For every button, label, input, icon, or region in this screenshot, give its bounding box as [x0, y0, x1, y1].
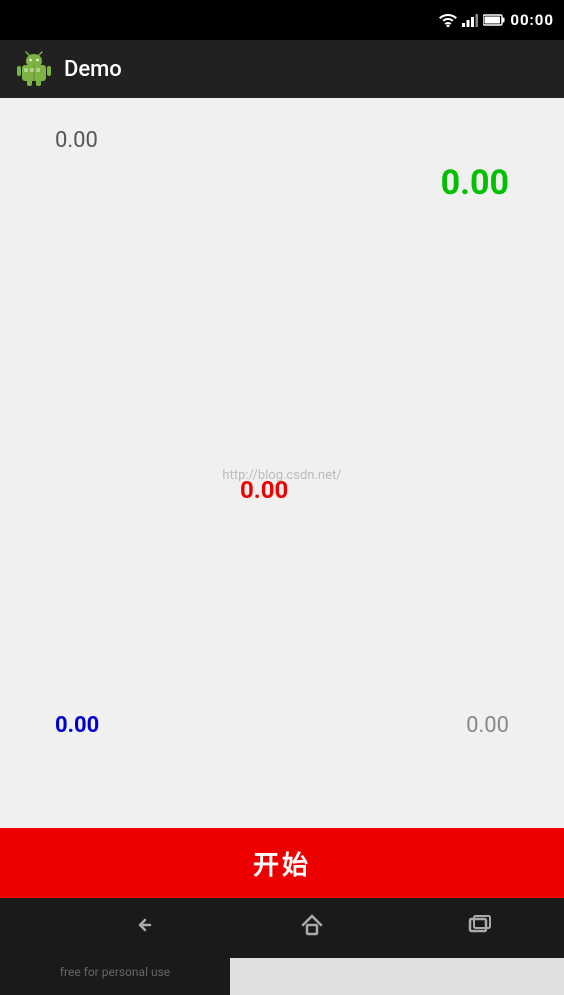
bottom-watermark: free for personal use: [0, 948, 230, 995]
wifi-icon: [439, 13, 457, 27]
start-button[interactable]: 开始: [0, 828, 564, 898]
main-content: 0.00 0.00 http://blog.csdn.net/ 0.00 0.0…: [0, 98, 564, 828]
android-logo-icon: [16, 51, 52, 87]
battery-icon: [483, 14, 505, 26]
start-button-label: 开始: [253, 845, 311, 882]
bottom-watermark-text: free for personal use: [60, 965, 170, 979]
value-bottom-right: 0.00: [466, 713, 509, 738]
value-top-left: 0.00: [55, 128, 98, 153]
action-bar: Demo: [0, 40, 564, 98]
signal-icon: [462, 13, 478, 27]
home-icon: [298, 911, 326, 939]
app-title: Demo: [64, 57, 122, 82]
status-icons: 00:00: [439, 11, 554, 29]
recents-button[interactable]: [466, 911, 494, 939]
value-bottom-left: 0.00: [55, 713, 99, 738]
status-bar: 00:00: [0, 0, 564, 40]
status-time: 00:00: [510, 11, 554, 29]
back-icon: [130, 911, 158, 939]
recents-icon: [466, 911, 494, 939]
value-center: 0.00: [240, 476, 288, 504]
nav-bar: free for personal use: [0, 898, 564, 958]
value-top-right: 0.00: [441, 163, 509, 203]
home-button[interactable]: [298, 911, 326, 939]
back-button[interactable]: [130, 911, 158, 939]
